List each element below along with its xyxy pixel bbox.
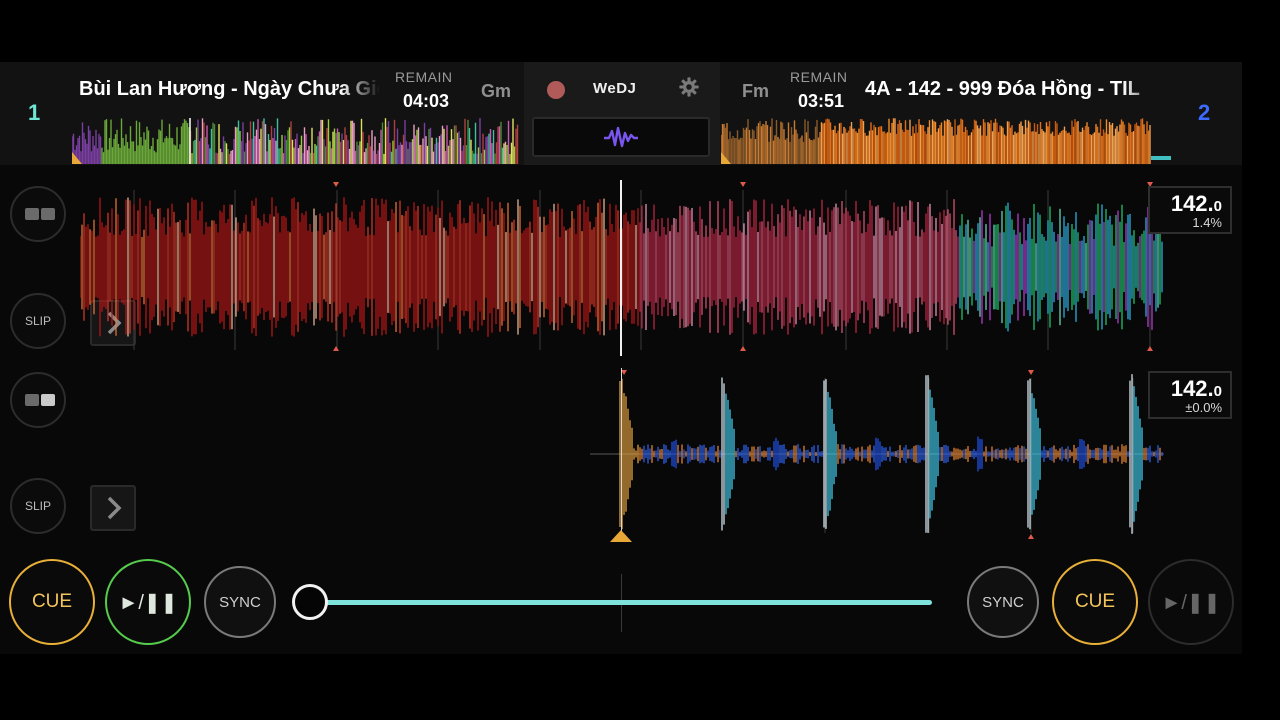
deck1-track-title[interactable]: Bùi Lan Hương - Ngày Chưa Giông Bão: [79, 78, 379, 101]
deck1-main-waveform[interactable]: [80, 180, 1164, 354]
deck2-slip-button[interactable]: SLIP: [10, 478, 66, 534]
deck2-track-title[interactable]: 4A - 142 - 999 Đóa Hồng - TIL: [865, 78, 1163, 101]
deck1-view-toggle-button[interactable]: [10, 186, 66, 242]
beat-marker-icon: [1147, 346, 1153, 351]
beat-marker-icon: [740, 182, 746, 187]
header: 1 Bùi Lan Hương - Ngày Chưa Giông Bão RE…: [0, 62, 1242, 165]
record-icon[interactable]: [547, 81, 565, 99]
deck1-number: 1: [28, 100, 41, 125]
deck2-play-pause-button[interactable]: ►/❚❚: [1148, 559, 1234, 645]
deck2-pitch: ±0.0%: [1185, 400, 1222, 415]
deck2-overview-waveform[interactable]: [721, 118, 1171, 164]
deck1-playhead: [620, 180, 622, 356]
deck1-bpm: 142.0: [1170, 191, 1222, 216]
deck1-remain-time[interactable]: 04:03: [403, 91, 449, 112]
crossfader-track[interactable]: [310, 600, 932, 605]
deck2-main-waveform[interactable]: [80, 368, 1164, 544]
beat-marker-icon: [740, 346, 746, 351]
square-icon: [41, 394, 55, 406]
deck1-sync-button[interactable]: SYNC: [204, 566, 276, 638]
square-icon: [25, 394, 39, 406]
waveform-icon: [604, 126, 638, 148]
deck1-remain-label: REMAIN: [395, 69, 453, 85]
center-panel: WeDJ: [524, 62, 720, 165]
crossfader-knob[interactable]: [292, 584, 328, 620]
square-icon: [25, 208, 39, 220]
waveform-mode-button[interactable]: [532, 117, 710, 157]
square-icon: [41, 208, 55, 220]
deck1-key[interactable]: Gm: [481, 81, 511, 102]
deck2-bpm: 142.0: [1170, 376, 1222, 401]
deck2-bpm-display[interactable]: 142.0 ±0.0%: [1148, 371, 1232, 419]
deck2-remain-label: REMAIN: [790, 69, 848, 85]
app-logo: WeDJ: [593, 80, 637, 97]
deck2-remain-time[interactable]: 03:51: [798, 91, 844, 112]
deck2-slip-label: SLIP: [24, 499, 51, 513]
wedj-app: 1 Bùi Lan Hương - Ngày Chưa Giông Bão RE…: [0, 62, 1242, 654]
beat-marker-icon: [1028, 534, 1034, 539]
cue-marker-icon: [610, 530, 632, 542]
beat-marker-icon: [333, 182, 339, 187]
deck1-slip-label: SLIP: [24, 314, 51, 328]
deck1-bpm-display[interactable]: 142.0 1.4%: [1148, 186, 1232, 234]
gear-icon[interactable]: [678, 76, 700, 98]
beat-marker-icon: [333, 346, 339, 351]
deck1-cue-button[interactable]: CUE: [9, 559, 95, 645]
deck2-sync-button[interactable]: SYNC: [967, 566, 1039, 638]
deck1-overview-waveform[interactable]: [72, 118, 519, 164]
deck1-pitch: 1.4%: [1192, 215, 1222, 230]
deck2-view-toggle-button[interactable]: [10, 372, 66, 428]
title-fade: [340, 72, 380, 112]
deck2-cue-button[interactable]: CUE: [1052, 559, 1138, 645]
deck2-number: 2: [1198, 100, 1211, 125]
deck1-play-pause-button[interactable]: ►/❚❚: [105, 559, 191, 645]
deck2-playhead: [621, 368, 622, 538]
deck1-slip-button[interactable]: SLIP: [10, 293, 66, 349]
beat-marker-icon: [1028, 370, 1034, 375]
deck2-key[interactable]: Fm: [742, 81, 769, 102]
title-fade: [1123, 72, 1163, 112]
